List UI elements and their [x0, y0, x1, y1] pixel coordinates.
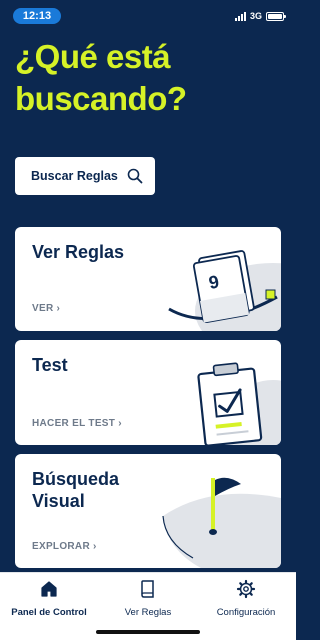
status-time: 12:13: [13, 8, 61, 24]
status-indicators: 3G: [234, 10, 286, 22]
signal-icon: [234, 11, 246, 21]
card-title: Test: [32, 355, 68, 375]
search-rules-button[interactable]: Buscar Reglas: [15, 157, 155, 195]
page-title: ¿Qué está buscando?: [15, 38, 187, 117]
card-ver-reglas[interactable]: Ver Reglas VER › 9: [15, 227, 281, 331]
card-action-link[interactable]: VER ›: [32, 303, 60, 314]
tab-ver-reglas[interactable]: Ver Reglas: [99, 579, 197, 618]
search-icon: [127, 168, 143, 184]
battery-icon: [266, 11, 286, 21]
tab-label: Ver Reglas: [124, 607, 172, 618]
card-test[interactable]: Test HACER EL TEST ›: [15, 340, 281, 445]
search-rules-label: Buscar Reglas: [31, 169, 118, 183]
clipboard-check-icon: [197, 362, 281, 445]
card-action-link[interactable]: EXPLORAR ›: [32, 541, 97, 552]
gear-icon: [236, 579, 256, 599]
network-type: 3G: [249, 11, 262, 21]
home-indicator: [96, 630, 200, 634]
status-bar: 12:13 3G: [0, 0, 296, 28]
rules-book-icon: 9: [168, 250, 281, 331]
card-title: Ver Reglas: [32, 242, 125, 262]
card-title: Búsqueda Visual: [32, 469, 120, 511]
home-icon: [41, 581, 57, 597]
book-icon: [141, 580, 154, 598]
card-action-link[interactable]: HACER EL TEST ›: [32, 418, 122, 429]
golf-flag-icon: [162, 477, 281, 568]
card-busqueda-visual[interactable]: Búsqueda Visual EXPLORAR ›: [15, 454, 281, 568]
tab-configuracion[interactable]: Configuración: [197, 579, 295, 618]
tab-panel-de-control[interactable]: Panel de Control: [0, 579, 98, 618]
tab-label: Configuración: [216, 607, 276, 618]
tab-label: Panel de Control: [11, 607, 87, 618]
